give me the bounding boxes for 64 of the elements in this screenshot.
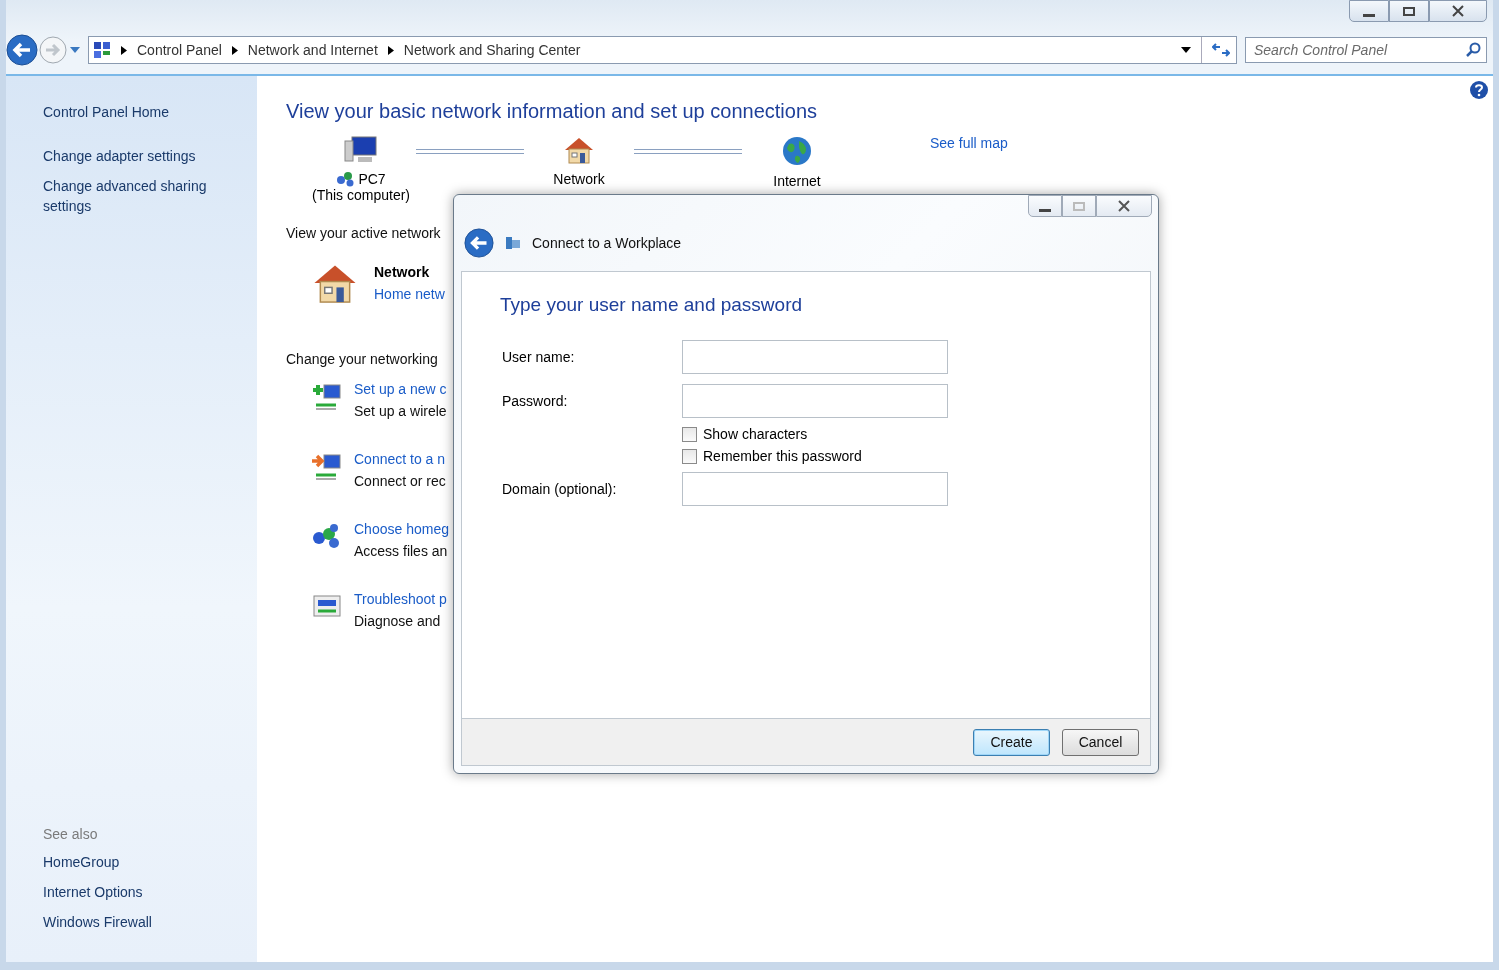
search-icon[interactable] [1465,42,1481,58]
close-icon[interactable] [1451,5,1465,17]
checkbox[interactable] [682,426,697,442]
checkbox-label[interactable]: Remember this password [703,448,862,464]
map-node-label[interactable]: Internet [773,173,821,189]
section-title: Change your networking [286,351,438,367]
field-label: Password: [501,393,569,409]
create-button[interactable]: Create [973,728,1050,756]
chevron-right-icon [121,45,127,55]
close-icon[interactable] [1117,200,1131,212]
help-icon[interactable] [1469,80,1489,100]
cancel-button[interactable]: Cancel [1062,728,1139,756]
computer-icon [344,135,378,165]
breadcrumb-item[interactable]: Network and Internet [247,42,378,58]
globe-icon [781,135,813,167]
map-node-label[interactable]: PC7 [358,171,386,187]
input-field[interactable] [682,340,948,374]
field-label: Domain (optional): [501,481,618,497]
task-link[interactable]: Connect to a n [354,451,446,467]
task-description: Set up a wirele [354,403,447,419]
dialog-heading: Type your user name and password [500,294,804,316]
search-field[interactable]: Search Control Panel [1245,37,1487,63]
workplace-icon [504,234,522,252]
chevron-right-icon [231,45,238,55]
input-field[interactable] [682,384,948,418]
page-heading: View your basic network information and set up connections [286,100,819,123]
task-description: Access files an [354,543,449,559]
chevron-right-icon [387,45,394,55]
sidebar-link[interactable]: Change advanced sharing settings [43,176,233,216]
breadcrumb-item[interactable]: Control Panel [137,42,222,58]
field-label: User name: [501,349,576,365]
close-button[interactable] [1429,0,1487,22]
control-panel-icon [93,41,111,59]
network-type-link[interactable]: Home netw [374,286,445,302]
close-button[interactable] [1096,195,1152,217]
minimize-button[interactable] [1349,0,1389,22]
sidebar-link[interactable]: HomeGroup [43,852,257,872]
maximize-button[interactable] [1389,0,1429,22]
map-node-label[interactable]: Network [553,171,605,187]
refresh-icon[interactable] [1212,43,1230,57]
breadcrumb-item[interactable]: Network and Sharing Center [403,42,581,58]
sidebar-link[interactable]: Windows Firewall [43,912,257,932]
sidebar-link[interactable]: Internet Options [43,882,257,902]
map-node-sublabel: (This computer) [312,187,410,203]
task-description: Connect or rec [354,473,446,489]
task-link[interactable]: Set up a new c [354,381,447,397]
sidebar-link[interactable]: Change adapter settings [43,146,233,166]
task-description: Diagnose and [354,613,442,629]
dropdown-arrow-icon[interactable] [1181,47,1191,53]
address-bar[interactable]: Control Panel Network and Internet Network and Sharing Center [88,36,1237,64]
network-name: Network [374,264,431,280]
minimize-button[interactable] [1028,195,1062,217]
see-full-map-link[interactable]: See full map [930,135,1008,151]
network-add-icon [310,381,344,413]
task-link[interactable]: Troubleshoot p [354,591,447,607]
see-also-title: See also [43,826,99,842]
dialog-title: Connect to a Workplace [532,235,682,251]
checkbox-label[interactable]: Show characters [703,426,808,442]
task-link[interactable]: Choose homeg [354,521,449,537]
network-connect-icon [310,451,344,483]
section-title: View your active network [286,225,441,241]
checkbox[interactable] [682,448,697,464]
input-field[interactable] [682,472,948,506]
sidebar-link[interactable]: Control Panel Home [43,102,233,122]
